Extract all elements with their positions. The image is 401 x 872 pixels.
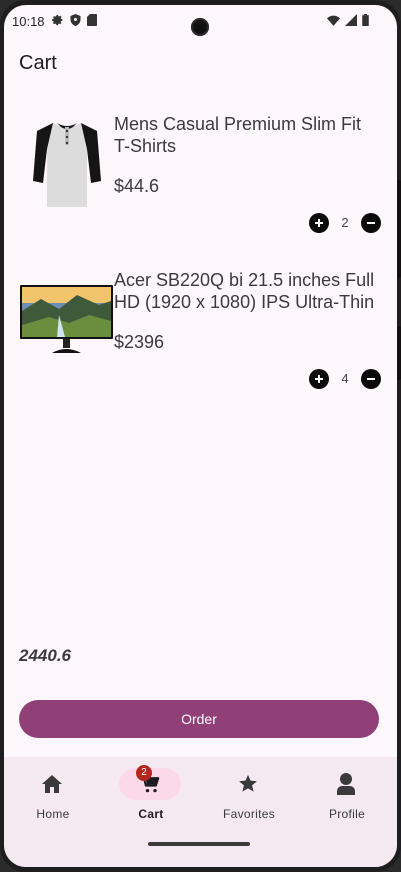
nav-label: Home [36, 807, 70, 821]
status-left-icons [52, 14, 97, 26]
tshirt-icon [32, 123, 101, 207]
person-icon [337, 773, 355, 795]
sd-card-icon [87, 14, 97, 26]
minus-icon [367, 378, 375, 380]
nav-label: Cart [138, 807, 164, 821]
status-time: 10:18 [12, 14, 45, 29]
nav-item-home[interactable]: Home [4, 757, 102, 837]
app-screen: 10:18 Cart Mens Casual Premium Slim Fit … [4, 5, 397, 867]
device-frame: 10:18 Cart Mens Casual Premium Slim Fit … [0, 0, 401, 872]
gesture-handle[interactable] [148, 842, 250, 846]
product-name[interactable]: Acer SB220Q bi 21.5 inches Full HD (1920… [114, 269, 380, 313]
cart-total: 2440.6 [19, 646, 71, 665]
cart-item: Mens Casual Premium Slim Fit T-Shirts $4… [19, 113, 381, 237]
nav-pill [21, 768, 83, 800]
nav-pill [217, 768, 279, 800]
status-bar: 10:18 [4, 5, 397, 37]
product-name[interactable]: Mens Casual Premium Slim Fit T-Shirts [114, 113, 380, 157]
minus-icon [367, 222, 375, 224]
plus-icon [315, 375, 323, 383]
increase-quantity-button[interactable] [309, 369, 329, 389]
signal-icon [345, 14, 357, 26]
settings-icon [52, 15, 63, 26]
nav-label: Profile [328, 807, 366, 821]
product-image-monitor [19, 269, 114, 369]
order-button[interactable]: Order [19, 700, 379, 738]
decrease-quantity-button[interactable] [361, 213, 381, 233]
increase-quantity-button[interactable] [309, 213, 329, 233]
cart-badge: 2 [136, 765, 152, 781]
shield-icon [70, 14, 81, 26]
wifi-icon [327, 15, 340, 26]
front-camera [191, 18, 209, 36]
product-price: $2396 [114, 332, 165, 352]
volume-button [397, 180, 401, 278]
quantity-stepper: 2 [309, 213, 381, 233]
product-price: $44.6 [114, 176, 160, 196]
power-button [397, 326, 401, 380]
decrease-quantity-button[interactable] [361, 369, 381, 389]
nav-item-favorites[interactable]: Favorites [200, 757, 298, 837]
status-right-icons [327, 14, 369, 26]
star-icon [239, 774, 257, 792]
nav-label: Favorites [222, 807, 276, 821]
plus-icon [315, 219, 323, 227]
quantity-stepper: 4 [309, 369, 381, 389]
quantity-value: 2 [341, 215, 349, 230]
product-image-tshirt [19, 113, 114, 213]
nav-pill [315, 768, 377, 800]
battery-icon [362, 14, 369, 26]
cart-item: Acer SB220Q bi 21.5 inches Full HD (1920… [19, 269, 381, 393]
page-title: Cart [19, 52, 57, 74]
monitor-icon [20, 285, 113, 353]
nav-item-cart[interactable]: 2 Cart [102, 757, 200, 837]
home-icon [42, 775, 62, 793]
nav-item-profile[interactable]: Profile [298, 757, 396, 837]
quantity-value: 4 [341, 371, 349, 386]
bottom-navigation: Home 2 Cart Favorites Profile [4, 757, 397, 867]
